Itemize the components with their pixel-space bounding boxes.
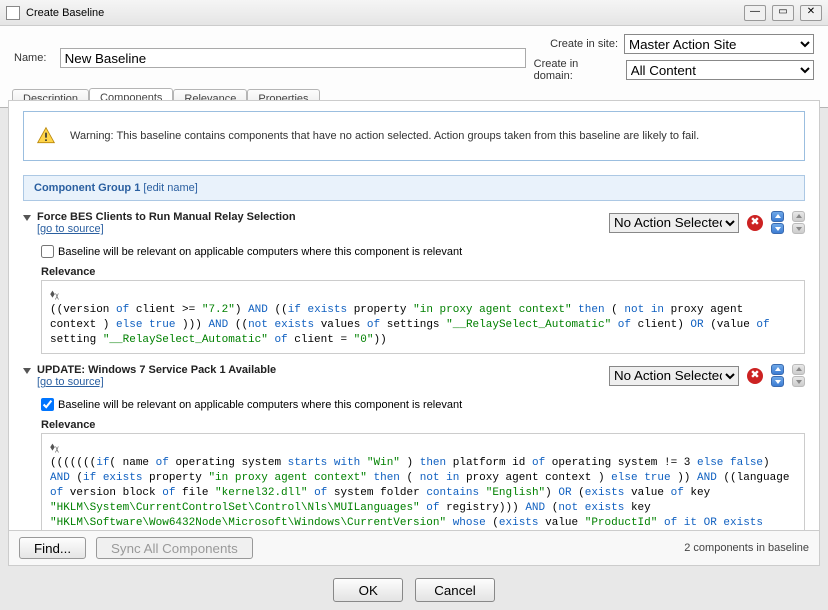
- component-scroll-area[interactable]: Warning: This baseline contains componen…: [9, 101, 819, 530]
- relevance-code: ⬧ᵪ(((((((if( name of operating system st…: [41, 433, 805, 530]
- relevant-checkbox[interactable]: [41, 398, 54, 411]
- move-down-icon[interactable]: [771, 223, 784, 234]
- remove-component-icon[interactable]: ✖: [747, 368, 763, 384]
- component-item: UPDATE: Windows 7 Service Pack 1 Availab…: [23, 364, 805, 530]
- maximize-button[interactable]: ▭: [772, 5, 794, 21]
- minimize-button[interactable]: —: [744, 5, 766, 21]
- sync-all-button: Sync All Components: [96, 537, 253, 559]
- move-up-icon[interactable]: [771, 364, 784, 375]
- window-titlebar: Create Baseline — ▭ ✕: [0, 0, 828, 26]
- component-group-header: Component Group 1 [edit name]: [23, 175, 805, 201]
- edit-group-name-link[interactable]: [edit name]: [143, 182, 197, 194]
- relevance-code: ⬧ᵪ((version of client >= "7.2") AND ((if…: [41, 280, 805, 354]
- move-down-disabled-icon: [792, 223, 805, 234]
- move-up-icon[interactable]: [771, 211, 784, 222]
- ok-button[interactable]: OK: [333, 578, 403, 602]
- header-form: Name: Create in site: Master Action Site…: [0, 26, 828, 86]
- collapse-toggle-icon[interactable]: [23, 215, 31, 221]
- warning-text: Warning: This baseline contains componen…: [70, 130, 699, 142]
- tab-body: Warning: This baseline contains componen…: [8, 100, 820, 566]
- site-label: Create in site:: [550, 38, 618, 50]
- relevant-checkbox-label: Baseline will be relevant on applicable …: [58, 399, 462, 411]
- window-icon: [6, 6, 20, 20]
- relevant-checkbox-label: Baseline will be relevant on applicable …: [58, 246, 462, 258]
- window-title: Create Baseline: [26, 7, 104, 19]
- move-down-disabled-icon: [792, 376, 805, 387]
- go-to-source-link[interactable]: [go to source]: [37, 223, 296, 235]
- warning-icon: [36, 126, 56, 146]
- close-button[interactable]: ✕: [800, 5, 822, 21]
- domain-label: Create in domain:: [534, 58, 620, 82]
- component-count-status: 2 components in baseline: [684, 542, 809, 554]
- component-item: Force BES Clients to Run Manual Relay Se…: [23, 211, 805, 354]
- cancel-button[interactable]: Cancel: [415, 578, 495, 602]
- move-up-disabled-icon: [792, 211, 805, 222]
- dialog-buttons: OK Cancel: [0, 578, 828, 602]
- collapse-toggle-icon[interactable]: [23, 368, 31, 374]
- component-group-title: Component Group 1: [34, 182, 140, 194]
- find-button[interactable]: Find...: [19, 537, 86, 559]
- action-select[interactable]: No Action Selected: [609, 366, 739, 386]
- action-select[interactable]: No Action Selected: [609, 213, 739, 233]
- relevant-checkbox[interactable]: [41, 245, 54, 258]
- relevance-heading: Relevance: [41, 419, 805, 431]
- go-to-source-link[interactable]: [go to source]: [37, 376, 276, 388]
- move-down-icon[interactable]: [771, 376, 784, 387]
- remove-component-icon[interactable]: ✖: [747, 215, 763, 231]
- component-title: UPDATE: Windows 7 Service Pack 1 Availab…: [37, 364, 276, 376]
- warning-box: Warning: This baseline contains componen…: [23, 111, 805, 161]
- move-up-disabled-icon: [792, 364, 805, 375]
- name-input[interactable]: [60, 48, 526, 68]
- name-label: Name:: [14, 52, 52, 64]
- relevance-heading: Relevance: [41, 266, 805, 278]
- components-footer: Find... Sync All Components 2 components…: [9, 530, 819, 565]
- site-select[interactable]: Master Action Site: [624, 34, 814, 54]
- domain-select[interactable]: All Content: [626, 60, 814, 80]
- component-title: Force BES Clients to Run Manual Relay Se…: [37, 211, 296, 223]
